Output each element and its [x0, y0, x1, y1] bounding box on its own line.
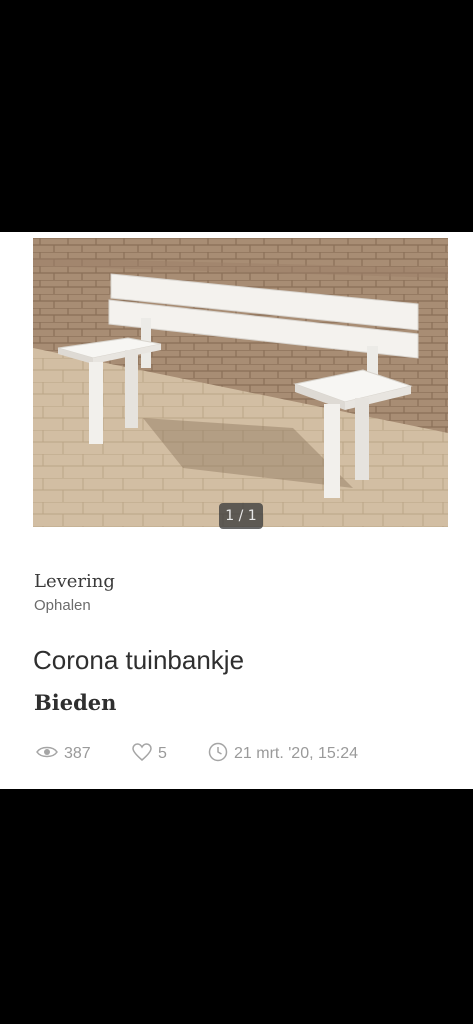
clock-icon — [208, 742, 234, 767]
views-count: 387 — [64, 745, 91, 762]
likes-stat[interactable]: 5 — [132, 742, 208, 766]
image-counter-badge: 1 / 1 — [219, 503, 263, 529]
date-stat: 21 mrt. '20, 15:24 — [208, 742, 358, 767]
listing-card: 1 / 1 Levering Ophalen Corona tuinbankje… — [0, 232, 473, 789]
eye-icon — [36, 745, 64, 764]
listing-stats: 387 5 21 mrt. '20, 15:24 — [36, 741, 358, 767]
listing-photo[interactable] — [33, 238, 448, 527]
date-posted: 21 mrt. '20, 15:24 — [234, 745, 359, 762]
bottom-black-area — [0, 789, 473, 1024]
delivery-value: Ophalen — [34, 597, 91, 614]
views-stat: 387 — [36, 745, 132, 764]
listing-price: Bieden — [34, 690, 117, 715]
likes-count: 5 — [158, 745, 167, 762]
bench-photo-image — [33, 238, 448, 527]
heart-icon[interactable] — [132, 742, 158, 766]
listing-title: Corona tuinbankje — [33, 645, 245, 675]
top-black-area — [0, 0, 473, 232]
delivery-label: Levering — [34, 571, 115, 592]
